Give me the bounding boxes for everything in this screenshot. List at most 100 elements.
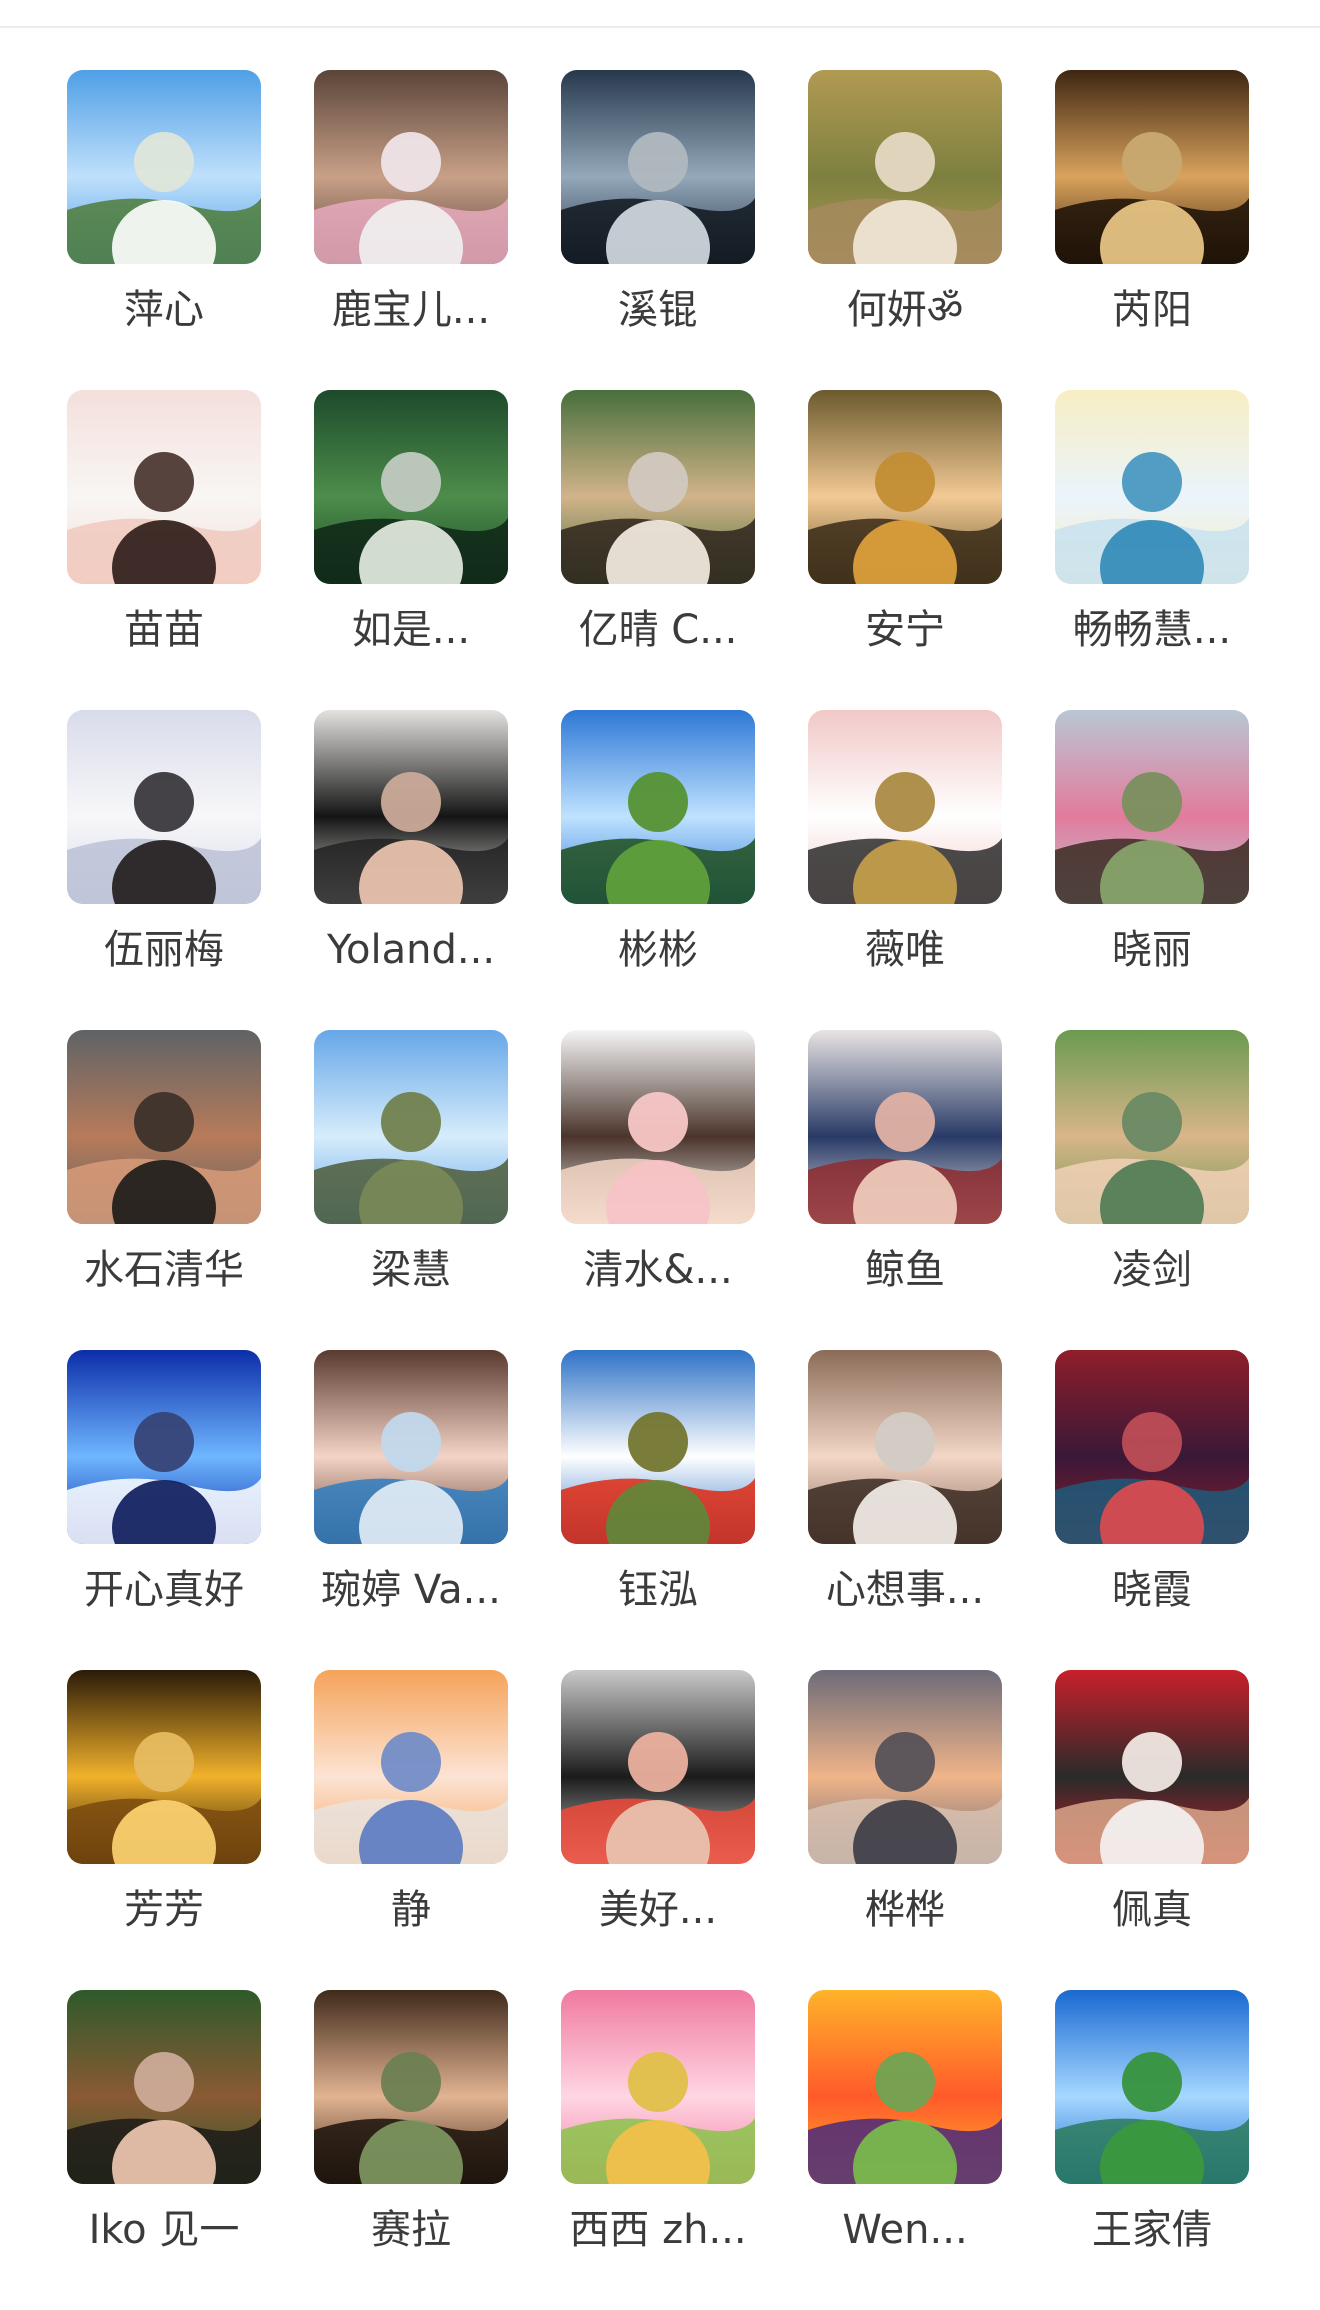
member-item[interactable]: 鹿宝儿... <box>314 70 508 390</box>
red-wall-woman-avatar <box>1055 1670 1249 1864</box>
member-name: Wen... <box>842 2207 968 2253</box>
member-name: 桦桦 <box>865 1887 945 1933</box>
member-item[interactable]: Iko 见一 <box>67 1990 261 2310</box>
member-item[interactable]: 清水&... <box>561 1030 755 1350</box>
member-name: 西西 zh... <box>569 2207 747 2253</box>
member-name: 萍心 <box>124 287 204 333</box>
member-name: 佩真 <box>1112 1887 1192 1933</box>
member-item[interactable]: 美好... <box>561 1670 755 1990</box>
man-with-sun-hat-avatar <box>1055 1030 1249 1224</box>
member-item[interactable]: 安宁 <box>808 390 1002 710</box>
member-name: 鹿宝儿... <box>331 287 491 333</box>
member-item[interactable]: 鲸鱼 <box>808 1030 1002 1350</box>
top-divider <box>0 26 1320 28</box>
member-item[interactable]: 如是... <box>314 390 508 710</box>
woman-straw-hat-avatar <box>561 390 755 584</box>
member-item[interactable]: 心想事... <box>808 1350 1002 1670</box>
member-item[interactable]: 佩真 <box>1055 1670 1249 1990</box>
woman-smiling-indoor-avatar <box>808 1350 1002 1544</box>
member-item[interactable]: 晓霞 <box>1055 1350 1249 1670</box>
member-name: 彬彬 <box>618 927 698 973</box>
member-name: 美好... <box>598 1887 718 1933</box>
member-item[interactable]: 赛拉 <box>314 1990 508 2310</box>
safari-jeep-avatar <box>314 1030 508 1224</box>
member-item[interactable]: 王家倩 <box>1055 1990 1249 2310</box>
member-name: 安宁 <box>865 607 945 653</box>
member-name: 畅畅慧... <box>1072 607 1232 653</box>
member-item[interactable]: 琬婷 Va... <box>314 1350 508 1670</box>
member-name: 亿晴 C... <box>578 607 738 653</box>
girl-dark-forest-avatar <box>314 1990 508 2184</box>
sky-clouds-trees-avatar <box>67 70 261 264</box>
person-on-rocks-reflection-avatar <box>561 70 755 264</box>
woman-portrait-white-coat-avatar <box>67 390 261 584</box>
member-name: 伍丽梅 <box>104 927 224 973</box>
member-name: 梁慧 <box>371 1247 451 1293</box>
member-item[interactable]: 何妍ॐ <box>808 70 1002 390</box>
member-item[interactable]: 静 <box>314 1670 508 1990</box>
woman-white-suit-studio-avatar <box>67 710 261 904</box>
golden-dress-woman-avatar <box>67 1670 261 1864</box>
woman-with-flowers-indoor-avatar <box>314 70 508 264</box>
member-name: 水石清华 <box>84 1247 244 1293</box>
member-item[interactable]: 溪锟 <box>561 70 755 390</box>
member-item[interactable]: 凌剑 <box>1055 1030 1249 1350</box>
woman-hat-outdoors-avatar <box>67 1990 261 2184</box>
member-item[interactable]: 钰泓 <box>561 1350 755 1670</box>
member-name: 何妍ॐ <box>846 287 964 333</box>
member-name: 王家倩 <box>1092 2207 1212 2253</box>
member-name: 苗苗 <box>124 607 204 653</box>
member-name: 赛拉 <box>371 2207 451 2253</box>
member-item[interactable]: 芮阳 <box>1055 70 1249 390</box>
member-item[interactable]: 薇唯 <box>808 710 1002 1030</box>
cartoon-girl-sunflowers-avatar <box>808 390 1002 584</box>
lotus-buddha-avatar <box>561 1990 755 2184</box>
member-item[interactable]: 伍丽梅 <box>67 710 261 1030</box>
woman-in-field-with-cap-avatar <box>808 70 1002 264</box>
member-name: 晓霞 <box>1112 1567 1192 1613</box>
woman-selfie-colorful-avatar <box>314 1350 508 1544</box>
member-item[interactable]: 梁慧 <box>314 1030 508 1350</box>
member-item[interactable]: 苗苗 <box>67 390 261 710</box>
member-item[interactable]: 畅畅慧... <box>1055 390 1249 710</box>
cartoon-girl-pigtails-avatar <box>561 1030 755 1224</box>
member-item[interactable]: 西西 zh... <box>561 1990 755 2310</box>
member-grid: 萍心 鹿宝儿... 溪锟 何妍ॐ 芮阳苗苗 如是... 亿晴 C... 安宁 畅畅慧... 伍丽梅… <box>67 70 1249 2310</box>
member-item[interactable]: 亿晴 C... <box>561 390 755 710</box>
member-name: 开心真好 <box>84 1567 244 1613</box>
member-name: 鲸鱼 <box>865 1247 945 1293</box>
member-item[interactable]: 水石清华 <box>67 1030 261 1350</box>
member-item[interactable]: 桦桦 <box>808 1670 1002 1990</box>
member-item[interactable]: 晓丽 <box>1055 710 1249 1030</box>
blue-fractal-pattern-avatar <box>67 1350 261 1544</box>
member-name: 琬婷 Va... <box>321 1567 501 1613</box>
member-item[interactable]: Yoland... <box>314 710 508 1030</box>
member-name: 溪锟 <box>618 287 698 333</box>
green-hills-lake-avatar <box>1055 1990 1249 2184</box>
beach-sunset-person-avatar <box>808 1670 1002 1864</box>
member-item[interactable]: 萍心 <box>67 70 261 390</box>
member-name: Iko 见一 <box>88 2207 240 2253</box>
member-name: 凌剑 <box>1112 1247 1192 1293</box>
woman-in-flower-garden-avatar <box>1055 710 1249 904</box>
member-name: 钰泓 <box>618 1567 698 1613</box>
member-item[interactable]: Wen... <box>808 1990 1002 2310</box>
member-name: 清水&... <box>583 1247 733 1293</box>
white-bunny-figurine-avatar <box>808 710 1002 904</box>
member-item[interactable]: 彬彬 <box>561 710 755 1030</box>
member-name: Yoland... <box>326 927 496 973</box>
temple-in-clouds-avatar <box>1055 390 1249 584</box>
white-flower-china-flag-avatar <box>561 1350 755 1544</box>
member-item[interactable]: 芳芳 <box>67 1670 261 1990</box>
cartoon-girl-blue-hat-avatar <box>808 1030 1002 1224</box>
member-name: 薇唯 <box>865 927 945 973</box>
anime-girl-orange-hair-avatar <box>314 1670 508 1864</box>
member-name: 晓丽 <box>1112 927 1192 973</box>
woman-black-top-grey-bg-avatar <box>561 1670 755 1864</box>
park-lawn-blue-sky-avatar <box>561 710 755 904</box>
member-item[interactable]: 开心真好 <box>67 1350 261 1670</box>
woman-with-glasses-avatar <box>314 710 508 904</box>
tree-at-sunset-avatar <box>1055 70 1249 264</box>
member-name: 静 <box>391 1887 431 1933</box>
man-close-up-portrait-avatar <box>67 1030 261 1224</box>
